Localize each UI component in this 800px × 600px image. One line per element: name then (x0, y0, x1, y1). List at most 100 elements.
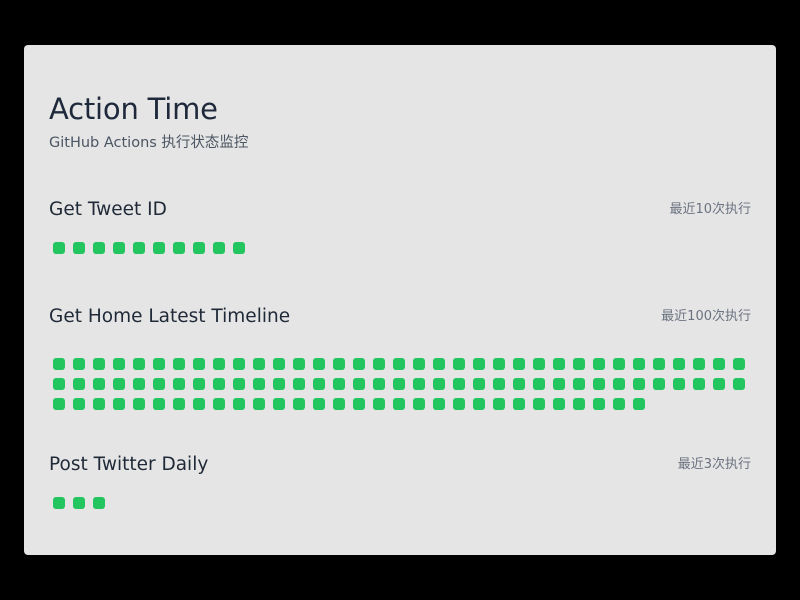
run-status-success[interactable] (513, 378, 525, 390)
run-status-success[interactable] (173, 358, 185, 370)
run-status-success[interactable] (713, 378, 725, 390)
run-status-success[interactable] (693, 358, 705, 370)
run-status-success[interactable] (493, 398, 505, 410)
run-status-success[interactable] (473, 358, 485, 370)
run-status-success[interactable] (253, 398, 265, 410)
run-status-success[interactable] (93, 398, 105, 410)
run-status-success[interactable] (293, 358, 305, 370)
run-status-success[interactable] (713, 358, 725, 370)
run-status-success[interactable] (533, 398, 545, 410)
run-status-success[interactable] (193, 398, 205, 410)
run-status-success[interactable] (493, 358, 505, 370)
run-status-success[interactable] (253, 358, 265, 370)
run-status-success[interactable] (193, 242, 205, 254)
run-status-success[interactable] (53, 378, 65, 390)
run-status-success[interactable] (453, 358, 465, 370)
run-status-success[interactable] (113, 378, 125, 390)
run-status-success[interactable] (453, 378, 465, 390)
run-status-success[interactable] (53, 398, 65, 410)
run-status-success[interactable] (613, 358, 625, 370)
run-status-success[interactable] (533, 358, 545, 370)
run-status-success[interactable] (733, 358, 745, 370)
run-status-success[interactable] (233, 398, 245, 410)
run-status-success[interactable] (393, 358, 405, 370)
run-status-success[interactable] (73, 358, 85, 370)
run-status-success[interactable] (93, 378, 105, 390)
run-status-success[interactable] (613, 398, 625, 410)
run-status-success[interactable] (593, 398, 605, 410)
run-status-success[interactable] (593, 378, 605, 390)
run-status-success[interactable] (273, 358, 285, 370)
run-status-success[interactable] (273, 378, 285, 390)
run-status-success[interactable] (233, 358, 245, 370)
run-status-success[interactable] (473, 378, 485, 390)
run-status-success[interactable] (373, 398, 385, 410)
run-status-success[interactable] (153, 398, 165, 410)
run-status-success[interactable] (353, 398, 365, 410)
run-status-success[interactable] (633, 358, 645, 370)
run-status-success[interactable] (553, 358, 565, 370)
run-status-success[interactable] (233, 378, 245, 390)
run-status-success[interactable] (93, 497, 105, 509)
run-status-success[interactable] (73, 398, 85, 410)
run-status-success[interactable] (633, 398, 645, 410)
run-status-success[interactable] (553, 398, 565, 410)
run-status-success[interactable] (53, 497, 65, 509)
run-status-success[interactable] (173, 378, 185, 390)
run-status-success[interactable] (593, 358, 605, 370)
run-status-success[interactable] (153, 358, 165, 370)
run-status-success[interactable] (73, 497, 85, 509)
run-status-success[interactable] (333, 358, 345, 370)
run-status-success[interactable] (433, 398, 445, 410)
run-status-success[interactable] (133, 358, 145, 370)
run-status-success[interactable] (573, 398, 585, 410)
run-status-success[interactable] (533, 378, 545, 390)
run-status-success[interactable] (413, 378, 425, 390)
run-status-success[interactable] (333, 398, 345, 410)
run-status-success[interactable] (333, 378, 345, 390)
run-status-success[interactable] (253, 378, 265, 390)
run-status-success[interactable] (113, 398, 125, 410)
run-status-success[interactable] (393, 398, 405, 410)
run-status-success[interactable] (313, 398, 325, 410)
run-status-success[interactable] (673, 358, 685, 370)
run-status-success[interactable] (373, 378, 385, 390)
run-status-success[interactable] (573, 358, 585, 370)
run-status-success[interactable] (53, 242, 65, 254)
run-status-success[interactable] (73, 242, 85, 254)
run-status-success[interactable] (733, 378, 745, 390)
run-status-success[interactable] (613, 378, 625, 390)
run-status-success[interactable] (213, 242, 225, 254)
run-status-success[interactable] (213, 378, 225, 390)
run-status-success[interactable] (413, 358, 425, 370)
run-status-success[interactable] (413, 398, 425, 410)
run-status-success[interactable] (573, 378, 585, 390)
run-status-success[interactable] (673, 378, 685, 390)
run-status-success[interactable] (293, 378, 305, 390)
run-status-success[interactable] (473, 398, 485, 410)
run-status-success[interactable] (193, 378, 205, 390)
run-status-success[interactable] (393, 378, 405, 390)
run-status-success[interactable] (233, 242, 245, 254)
run-status-success[interactable] (93, 358, 105, 370)
run-status-success[interactable] (193, 358, 205, 370)
run-status-success[interactable] (433, 378, 445, 390)
run-status-success[interactable] (693, 378, 705, 390)
run-status-success[interactable] (313, 358, 325, 370)
run-status-success[interactable] (153, 242, 165, 254)
run-status-success[interactable] (53, 358, 65, 370)
run-status-success[interactable] (553, 378, 565, 390)
run-status-success[interactable] (133, 378, 145, 390)
run-status-success[interactable] (653, 378, 665, 390)
run-status-success[interactable] (493, 378, 505, 390)
run-status-success[interactable] (313, 378, 325, 390)
run-status-success[interactable] (133, 242, 145, 254)
run-status-success[interactable] (433, 358, 445, 370)
run-status-success[interactable] (173, 398, 185, 410)
run-status-success[interactable] (373, 358, 385, 370)
run-status-success[interactable] (353, 378, 365, 390)
run-status-success[interactable] (153, 378, 165, 390)
run-status-success[interactable] (213, 398, 225, 410)
run-status-success[interactable] (513, 398, 525, 410)
run-status-success[interactable] (73, 378, 85, 390)
